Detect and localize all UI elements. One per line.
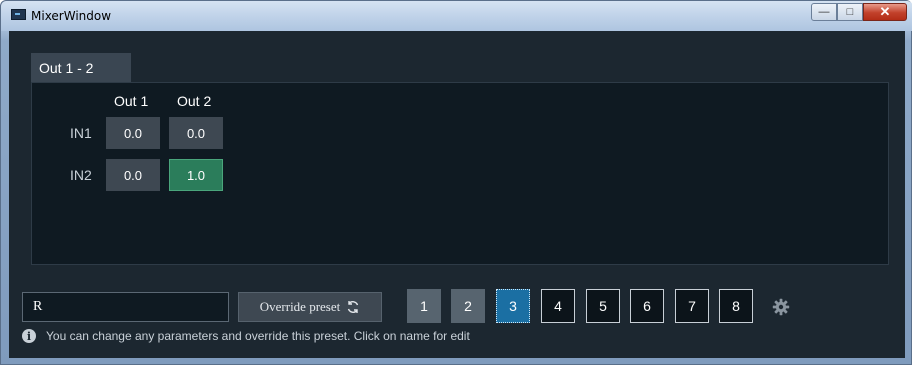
matrix-cell-in2-out1[interactable]: 0.0 bbox=[106, 159, 160, 191]
info-icon: i bbox=[22, 329, 36, 343]
mixer-client-area: Out 1 - 2 Out 1 Out 2 IN1 0.0 0.0 IN2 0.… bbox=[9, 31, 905, 358]
info-text: You can change any parameters and overri… bbox=[46, 329, 470, 343]
window-controls: — □ ✕ bbox=[811, 3, 907, 21]
column-header-out-2: Out 2 bbox=[177, 93, 212, 109]
override-preset-label: Override preset bbox=[259, 299, 341, 314]
preset-button-8[interactable]: 8 bbox=[719, 289, 753, 323]
preset-button-4[interactable]: 4 bbox=[541, 289, 575, 323]
preset-button-5[interactable]: 5 bbox=[586, 289, 620, 323]
window-frame: MixerWindow — □ ✕ Out 1 - 2 Out 1 Out 2 … bbox=[0, 0, 912, 365]
row-header-in1: IN1 bbox=[70, 125, 92, 141]
window-title: MixerWindow bbox=[31, 9, 112, 23]
gear-icon[interactable] bbox=[772, 298, 790, 316]
title-bar[interactable]: MixerWindow — □ ✕ bbox=[1, 1, 912, 31]
preset-button-7[interactable]: 7 bbox=[675, 289, 709, 323]
minimize-button[interactable]: — bbox=[811, 3, 837, 21]
preset-button-1[interactable]: 1 bbox=[407, 289, 441, 323]
preset-name-field[interactable]: R bbox=[22, 292, 229, 322]
matrix-cell-in1-out2[interactable]: 0.0 bbox=[169, 117, 223, 149]
preset-button-6[interactable]: 6 bbox=[630, 289, 664, 323]
row-header-in2: IN2 bbox=[70, 167, 92, 183]
preset-button-3[interactable]: 3 bbox=[496, 289, 530, 323]
tab-out-1-2[interactable]: Out 1 - 2 bbox=[31, 53, 131, 82]
column-header-out-1: Out 1 bbox=[114, 93, 149, 109]
refresh-icon bbox=[348, 301, 359, 313]
matrix-cell-in1-out1[interactable]: 0.0 bbox=[106, 117, 160, 149]
close-button[interactable]: ✕ bbox=[863, 3, 907, 21]
matrix-cell-in2-out2[interactable]: 1.0 bbox=[169, 159, 223, 191]
app-icon bbox=[11, 9, 26, 20]
override-preset-button[interactable]: Override preset bbox=[238, 292, 382, 322]
preset-button-2[interactable]: 2 bbox=[451, 289, 485, 323]
info-row: i You can change any parameters and over… bbox=[22, 329, 470, 343]
matrix-panel: Out 1 Out 2 IN1 0.0 0.0 IN2 0.0 1.0 bbox=[31, 82, 889, 265]
maximize-button[interactable]: □ bbox=[837, 3, 863, 21]
